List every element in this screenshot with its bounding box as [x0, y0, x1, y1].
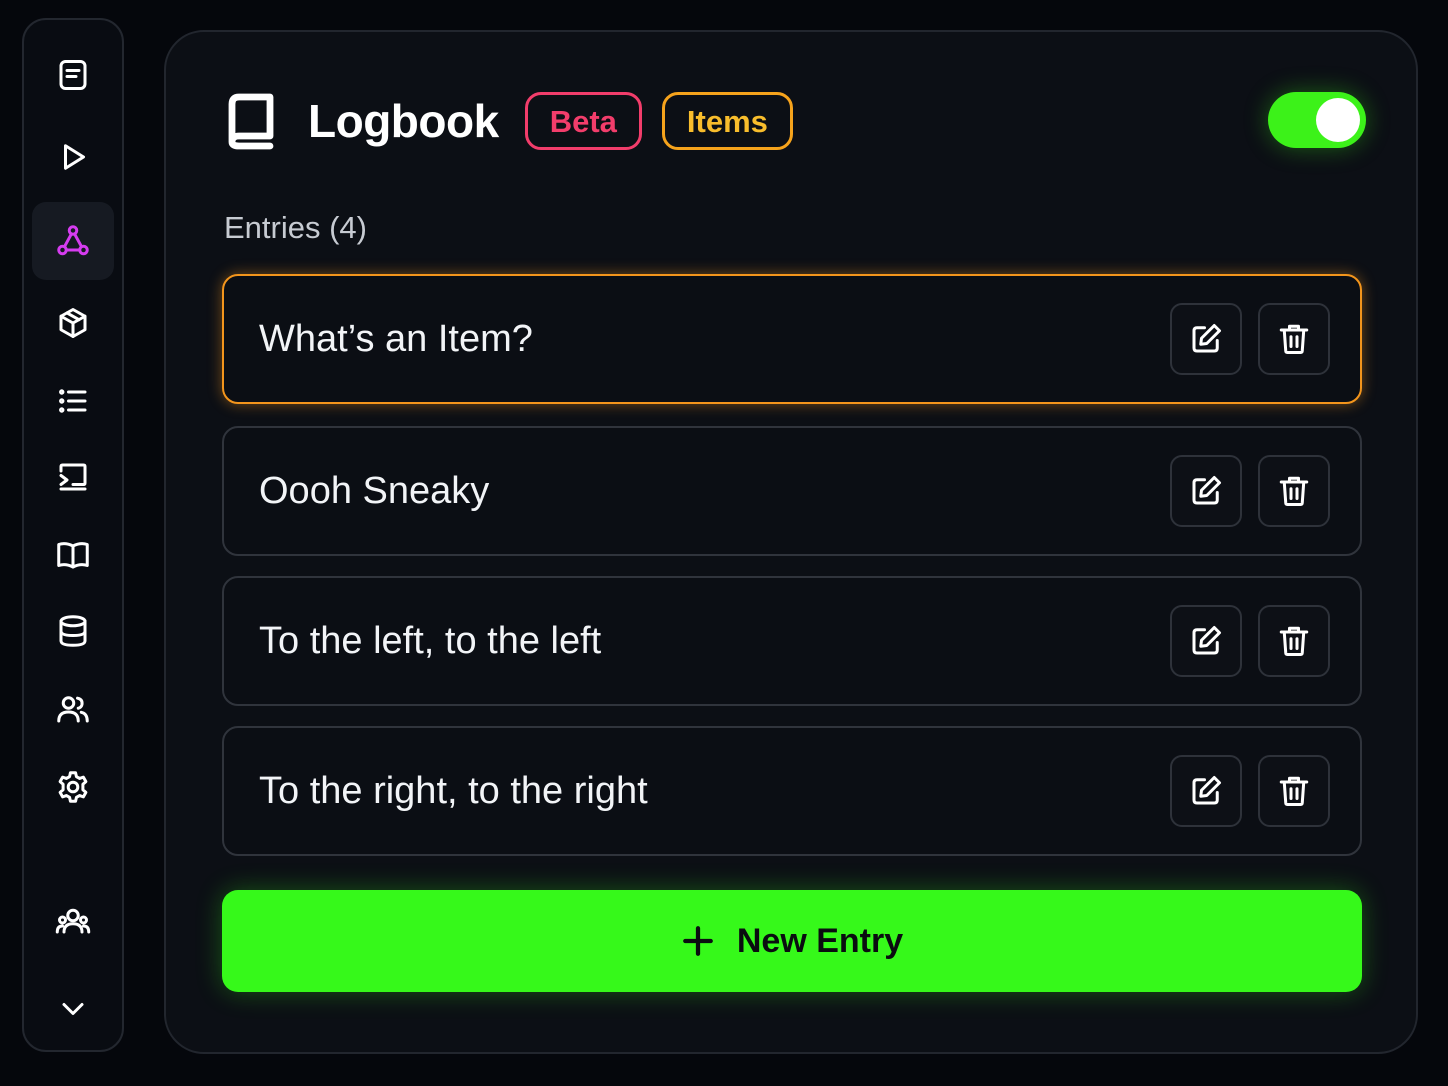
logbook-panel: Logbook Beta Items Entries (4) What’s an… — [164, 30, 1418, 1054]
edit-icon — [1188, 321, 1224, 357]
trash-icon — [1276, 473, 1312, 509]
users-icon — [55, 691, 91, 727]
list-icon — [55, 383, 91, 419]
toggle-knob — [1316, 98, 1360, 142]
entry-actions — [1170, 455, 1330, 527]
trash-icon — [1276, 623, 1312, 659]
entry-title: Oooh Sneaky — [259, 470, 490, 512]
sidebar-item-users[interactable] — [32, 670, 114, 748]
sidebar-item-play[interactable] — [32, 118, 114, 196]
open-book-icon — [55, 537, 91, 573]
plus-icon — [681, 924, 715, 958]
entry-row[interactable]: To the right, to the right — [222, 726, 1362, 856]
sidebar-item-docs[interactable] — [32, 516, 114, 594]
sidebar-item-nodes[interactable] — [32, 202, 114, 280]
edit-icon — [1188, 473, 1224, 509]
entry-title: To the left, to the left — [259, 620, 602, 662]
users-icon — [55, 905, 91, 941]
terminal-screen-icon — [55, 459, 91, 495]
new-entry-label: New Entry — [736, 922, 904, 960]
sidebar-item-settings[interactable] — [32, 748, 114, 826]
gear-icon — [55, 769, 91, 805]
entry-row[interactable]: To the left, to the left — [222, 576, 1362, 706]
sidebar-item-cube[interactable] — [32, 284, 114, 362]
sidebar-item-list[interactable] — [32, 362, 114, 440]
beta-badge: Beta — [524, 92, 642, 150]
cube-icon — [55, 305, 91, 341]
edit-entry-button[interactable] — [1170, 455, 1242, 527]
items-badge: Items — [661, 92, 793, 150]
delete-entry-button[interactable] — [1258, 755, 1330, 827]
trash-icon — [1276, 321, 1312, 357]
entries-count-label: Entries (4) — [224, 210, 367, 245]
delete-entry-button[interactable] — [1258, 605, 1330, 677]
delete-entry-button[interactable] — [1258, 455, 1330, 527]
edit-icon — [1188, 623, 1224, 659]
sidebar-item-notes[interactable] — [32, 36, 114, 114]
edit-icon — [1188, 773, 1224, 809]
enable-toggle[interactable] — [1268, 92, 1366, 148]
page-title: Logbook — [308, 95, 499, 147]
edit-entry-button[interactable] — [1170, 755, 1242, 827]
sidebar-item-terminal[interactable] — [32, 438, 114, 516]
entry-title: To the right, to the right — [259, 770, 648, 812]
entry-actions — [1170, 755, 1330, 827]
book-icon — [226, 92, 276, 150]
play-icon — [55, 139, 91, 175]
nodes-icon — [55, 223, 91, 259]
entry-actions — [1170, 303, 1330, 375]
entry-actions — [1170, 605, 1330, 677]
database-icon — [55, 613, 91, 649]
entry-row[interactable]: What’s an Item? — [222, 274, 1362, 404]
edit-entry-button[interactable] — [1170, 605, 1242, 677]
sidebar-collapse-button[interactable] — [32, 970, 114, 1048]
delete-entry-button[interactable] — [1258, 303, 1330, 375]
entry-title: What’s an Item? — [259, 318, 533, 360]
new-entry-button[interactable]: New Entry — [222, 890, 1362, 992]
sidebar — [22, 18, 124, 1052]
entry-row[interactable]: Oooh Sneaky — [222, 426, 1362, 556]
sidebar-item-team[interactable] — [32, 884, 114, 962]
edit-entry-button[interactable] — [1170, 303, 1242, 375]
panel-header: Logbook Beta Items — [226, 90, 1366, 152]
trash-icon — [1276, 773, 1312, 809]
notes-icon — [55, 57, 91, 93]
chevron-down-icon — [55, 991, 91, 1027]
sidebar-item-database[interactable] — [32, 592, 114, 670]
